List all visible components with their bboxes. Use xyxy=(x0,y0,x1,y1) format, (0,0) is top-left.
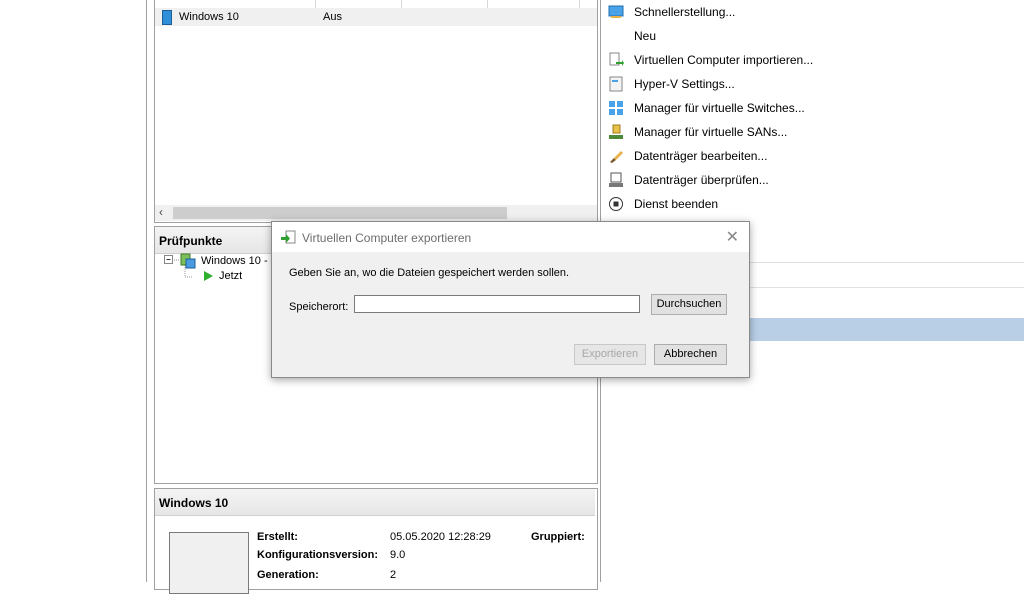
column-divider xyxy=(401,0,402,8)
vm-row[interactable]: Windows 10 Aus xyxy=(155,8,597,26)
location-input[interactable] xyxy=(354,295,640,313)
close-icon[interactable]: ✕ xyxy=(726,227,739,247)
config-version-label: Konfigurationsversion: xyxy=(257,549,379,561)
generation-label: Generation: xyxy=(257,569,319,581)
location-label: Speicherort: xyxy=(289,301,349,313)
play-icon xyxy=(204,271,213,281)
scrollbar-thumb[interactable] xyxy=(173,207,507,219)
export-button[interactable]: Exportieren xyxy=(574,344,646,365)
vm-list: Windows 10 Aus ‹ xyxy=(154,0,598,223)
vm-tree-icon xyxy=(180,253,196,269)
action-label: Datenträger überprüfen... xyxy=(634,173,769,187)
action-import-vm[interactable]: Virtuellen Computer importieren... xyxy=(601,48,1024,72)
dialog-title: Virtuellen Computer exportieren xyxy=(302,231,472,245)
created-label: Erstellt: xyxy=(257,531,298,543)
action-virtual-switch-manager[interactable]: Manager für virtuelle Switches... xyxy=(601,96,1024,120)
dialog-titlebar: Virtuellen Computer exportieren ✕ xyxy=(272,222,749,252)
checkpoints-title: Prüfpunkte xyxy=(159,234,223,248)
export-icon xyxy=(281,230,296,244)
action-label: Hyper-V Settings... xyxy=(634,77,735,91)
settings-icon xyxy=(609,76,623,92)
column-divider xyxy=(315,0,316,8)
checkpoint-now-label[interactable]: Jetzt xyxy=(219,270,242,282)
column-divider xyxy=(487,0,488,8)
details-title: Windows 10 xyxy=(159,496,229,510)
config-version-value: 9.0 xyxy=(390,549,406,561)
action-label: Dienst beenden xyxy=(634,197,719,211)
action-hyperv-settings[interactable]: Hyper-V Settings... xyxy=(601,72,1024,96)
action-virtual-san-manager[interactable]: Manager für virtuelle SANs... xyxy=(601,120,1024,144)
created-value: 05.05.2020 12:28:29 xyxy=(390,531,491,543)
action-label: Neu xyxy=(634,29,657,43)
vm-icon xyxy=(162,10,172,25)
vm-state: Aus xyxy=(323,11,342,23)
vm-thumbnail xyxy=(169,532,249,594)
stop-icon xyxy=(609,197,623,211)
left-frame-border xyxy=(146,0,147,582)
cancel-button[interactable]: Abbrechen xyxy=(654,344,727,365)
action-label: Datenträger bearbeiten... xyxy=(634,149,768,163)
quick-create-icon xyxy=(608,5,624,18)
switch-icon xyxy=(609,101,623,115)
action-label: Manager für virtuelle Switches... xyxy=(634,101,805,115)
action-label: Schnellerstellung... xyxy=(634,5,736,19)
checkpoint-root-label[interactable]: Windows 10 - ( xyxy=(201,255,274,267)
action-new[interactable]: Neu xyxy=(601,24,1024,48)
action-label: Manager für virtuelle SANs... xyxy=(634,125,788,139)
san-icon xyxy=(609,124,623,139)
action-stop-service[interactable]: Dienst beenden xyxy=(601,192,1024,216)
generation-value: 2 xyxy=(390,569,397,581)
action-label: Virtuellen Computer importieren... xyxy=(634,53,814,67)
action-quick-create[interactable]: Schnellerstellung... xyxy=(601,0,1024,24)
import-icon xyxy=(609,52,624,66)
column-divider xyxy=(579,0,580,8)
vm-name: Windows 10 xyxy=(179,11,239,23)
action-inspect-disk[interactable]: Datenträger überprüfen... xyxy=(601,168,1024,192)
details-header: Windows 10 xyxy=(155,489,595,516)
export-dialog: Virtuellen Computer exportieren ✕ Geben … xyxy=(271,221,750,378)
grouped-label: Gruppiert: xyxy=(531,531,585,543)
scroll-left-icon[interactable]: ‹ xyxy=(159,205,163,219)
disk-inspect-icon xyxy=(609,172,623,187)
disk-edit-icon xyxy=(610,151,623,163)
action-edit-disk[interactable]: Datenträger bearbeiten... xyxy=(601,144,1024,168)
browse-button[interactable]: Durchsuchen xyxy=(651,294,727,315)
horizontal-scrollbar[interactable]: ‹ xyxy=(155,205,597,221)
dialog-instruction: Geben Sie an, wo die Dateien gespeichert… xyxy=(289,267,570,279)
